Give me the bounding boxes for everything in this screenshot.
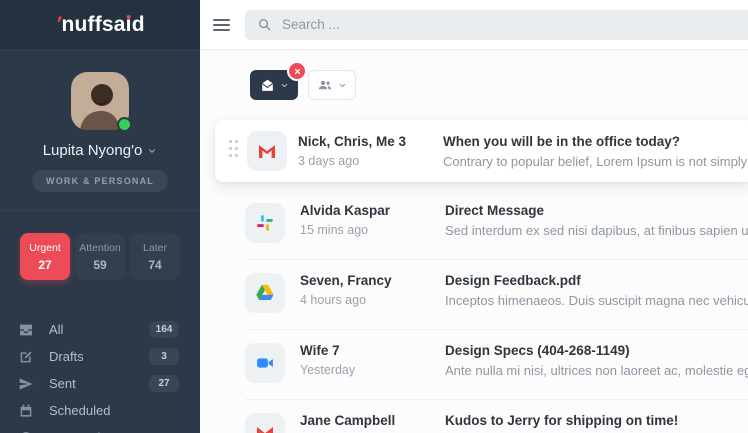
main-pane: Nick, Chris, Me 3 3 days ago When you wi… (200, 0, 748, 433)
sidebar-item-drafts[interactable]: Drafts 3 (0, 343, 200, 370)
priority-counters: Urgent 27 Attention 59 Later 74 (20, 233, 180, 280)
sidebar: 'nuffsaid Lupita Nyong'o WORK & PERSONAL (0, 0, 200, 433)
email-timestamp: 15 mins ago (300, 223, 369, 237)
email-list-item[interactable]: Wife 7 Yesterday Design Specs (404-268-1… (245, 330, 748, 400)
email-snippet: Sed interdum ex sed nisi dapibus, at fin… (445, 223, 748, 238)
counter-value: 59 (93, 258, 107, 272)
email-subject: When you will be in the office today? (443, 133, 681, 149)
counter-label: Attention (79, 242, 121, 254)
people-filter-button[interactable] (308, 70, 356, 100)
email-snippet: Ante nulla mi nisi, ultrices non laoreet… (445, 363, 748, 378)
account-scope-badge[interactable]: WORK & PERSONAL (32, 170, 168, 192)
calendar-icon (18, 403, 34, 419)
email-list-item[interactable]: Jane Campbell Kudos to Jerry for shippin… (245, 400, 748, 433)
priority-counter[interactable]: Urgent 27 (20, 233, 70, 280)
counter-label: Urgent (29, 242, 61, 254)
clock-icon (18, 430, 34, 433)
sidebar-item-all[interactable]: All 164 (0, 316, 200, 343)
hamburger-menu-icon[interactable] (213, 16, 230, 34)
gmail-icon (253, 421, 277, 433)
zoom-icon (255, 353, 275, 373)
profile-name: Lupita Nyong'o (42, 142, 143, 159)
email-timestamp: Yesterday (300, 363, 356, 377)
search-bar[interactable] (245, 9, 748, 40)
search-input[interactable] (282, 17, 742, 32)
open-envelope-icon (261, 79, 273, 91)
email-timestamp: 3 days ago (298, 154, 360, 168)
people-icon (318, 80, 332, 90)
drag-handle-icon[interactable] (228, 139, 239, 163)
drive-icon (254, 282, 276, 304)
gmail-icon (255, 139, 279, 163)
sidebar-item-scheduled[interactable]: Scheduled (0, 397, 200, 424)
nuffsaid-logo: 'nuffsaid (53, 12, 145, 36)
inbox-icon (18, 322, 34, 338)
avatar[interactable] (71, 72, 132, 132)
email-subject: Design Feedback.pdf (445, 273, 581, 288)
nav-label: Scheduled (49, 403, 111, 418)
chevron-down-icon (147, 146, 157, 156)
sidebar-item-snoozed[interactable]: Snoozed (0, 424, 200, 433)
slack-icon (255, 213, 275, 233)
email-list-item[interactable]: Alvida Kaspar 15 mins ago Direct Message… (245, 190, 748, 260)
email-subject: Design Specs (404-268-1149) (445, 343, 630, 358)
inbox-content: Nick, Chris, Me 3 3 days ago When you wi… (200, 50, 748, 433)
channel-filter-button[interactable] (250, 61, 307, 100)
compose-icon (18, 349, 34, 365)
nav-count-badge: 27 (149, 375, 179, 392)
sidebar-item-sent[interactable]: Sent 27 (0, 370, 200, 397)
profile-name-row[interactable]: Lupita Nyong'o (0, 142, 200, 159)
email-snippet: Contrary to popular belief, Lorem Ipsum … (443, 153, 748, 169)
chevron-down-icon (280, 81, 289, 90)
email-snippet: Inceptos himenaeos. Duis suscipit magna … (445, 293, 748, 308)
app-window: 'nuffsaid Lupita Nyong'o WORK & PERSONAL (0, 0, 748, 433)
email-list-item[interactable]: Seven, Francy 4 hours ago Design Feedbac… (245, 260, 748, 330)
email-sender: Alvida Kaspar (300, 203, 391, 218)
email-subject: Direct Message (445, 203, 545, 218)
nav-label: Sent (49, 376, 76, 391)
profile-section: Lupita Nyong'o WORK & PERSONAL (0, 50, 200, 211)
search-icon (259, 19, 271, 31)
nav-label: All (49, 322, 64, 337)
email-subject: Kudos to Jerry for shipping on time! (445, 413, 679, 428)
email-sender: Jane Campbell (300, 413, 396, 428)
close-icon (294, 68, 300, 74)
sidebar-header: 'nuffsaid (0, 0, 200, 50)
clear-filter-badge[interactable] (287, 61, 307, 81)
chevron-down-icon (338, 81, 347, 90)
email-list-item[interactable]: Nick, Chris, Me 3 3 days ago When you wi… (215, 120, 748, 182)
email-sender: Nick, Chris, Me 3 (298, 134, 407, 149)
nav-count-badge: 164 (149, 321, 179, 338)
online-status-dot (117, 117, 132, 132)
counter-label: Later (143, 242, 167, 254)
nav-count-badge: 3 (149, 348, 179, 365)
priority-counter[interactable]: Attention 59 (75, 233, 125, 280)
send-icon (18, 376, 34, 392)
filter-bar (250, 61, 748, 100)
email-list: Nick, Chris, Me 3 3 days ago When you wi… (200, 120, 748, 433)
folder-nav: All 164 Drafts 3 Sent 27 Scheduled Snooz… (0, 316, 200, 433)
email-timestamp: 4 hours ago (300, 293, 367, 307)
topbar (200, 0, 748, 50)
email-sender: Wife 7 (300, 343, 340, 358)
nav-label: Drafts (49, 349, 84, 364)
counter-value: 74 (148, 258, 162, 272)
email-sender: Seven, Francy (300, 273, 392, 288)
counter-value: 27 (38, 258, 52, 272)
priority-counter[interactable]: Later 74 (130, 233, 180, 280)
